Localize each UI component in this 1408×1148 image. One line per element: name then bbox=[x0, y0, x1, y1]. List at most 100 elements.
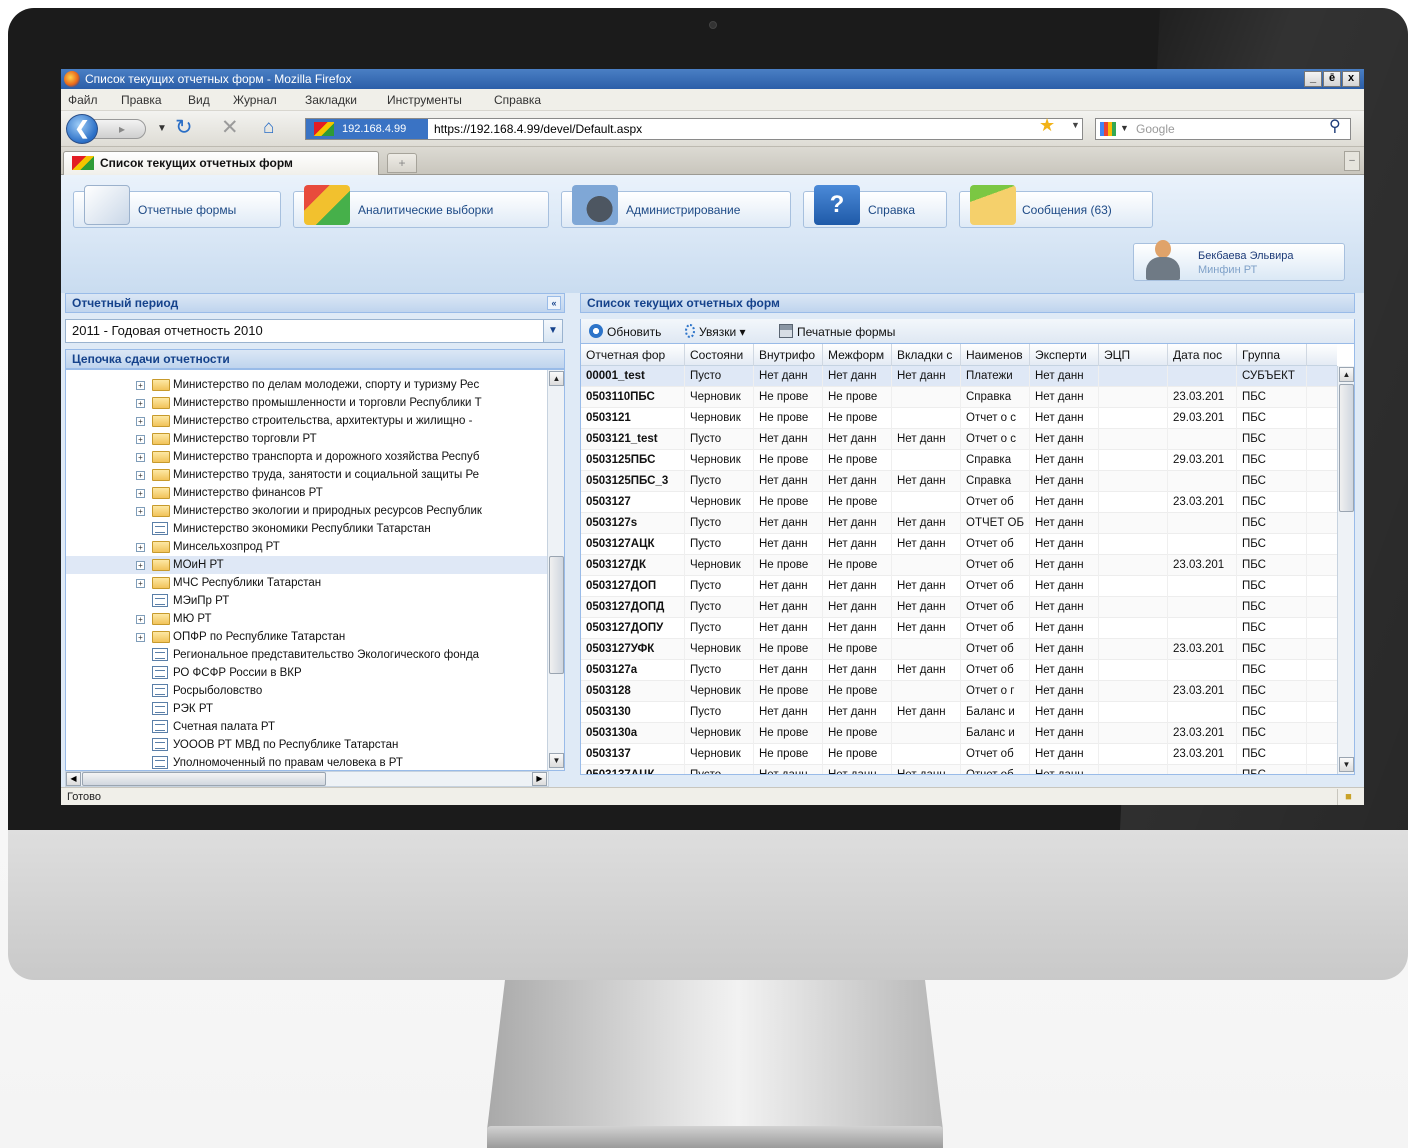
tree-horizontal-scrollbar[interactable]: ◀ ▶ bbox=[65, 771, 549, 787]
table-row[interactable]: 0503127АЦК Пусто Нет данн Нет данн Нет данн О… bbox=[581, 534, 1337, 555]
table-row[interactable]: 0503127s Пусто Нет данн Нет данн Нет данн ОТЧ… bbox=[581, 513, 1337, 534]
table-row[interactable]: 0503137АЦК Пусто Нет данн Нет данн Нет данн О… bbox=[581, 765, 1337, 774]
tree-node[interactable]: + Министерство экологии и природных ресур… bbox=[66, 502, 547, 520]
tree-node[interactable]: + Министерство строительства, архитектуры… bbox=[66, 412, 547, 430]
table-row[interactable]: 0503127 Черновик Не прове Не прове Отчет об Н… bbox=[581, 492, 1337, 513]
expand-icon[interactable]: + bbox=[136, 381, 145, 390]
tree-node[interactable]: Уполномоченный по правам человека в РТ bbox=[66, 754, 547, 770]
tree-node[interactable]: УОООВ РТ МВД по Республике Татарстан bbox=[66, 736, 547, 754]
url-dropdown-icon[interactable]: ▼ bbox=[1071, 120, 1080, 130]
scroll-right-icon[interactable]: ▶ bbox=[532, 772, 547, 786]
table-row[interactable]: 0503137 Черновик Не прове Не прове Отчет об Н… bbox=[581, 744, 1337, 765]
column-header[interactable]: Межформ bbox=[823, 344, 892, 366]
url-text[interactable]: https://192.168.4.99/devel/Default.aspx bbox=[434, 122, 642, 136]
column-header[interactable]: Вкладки с bbox=[892, 344, 961, 366]
expand-icon[interactable]: + bbox=[136, 633, 145, 642]
search-engine-dropdown-icon[interactable]: ▼ bbox=[1120, 123, 1129, 133]
admin-button[interactable]: Администрирование bbox=[561, 185, 791, 228]
column-header[interactable]: Состояни bbox=[685, 344, 754, 366]
period-select[interactable]: 2011 - Годовая отчетность 2010 ▼ bbox=[65, 319, 563, 343]
expand-icon[interactable]: + bbox=[136, 543, 145, 552]
table-row[interactable]: 0503125ПБС_3 Пусто Нет данн Нет данн Нет дан… bbox=[581, 471, 1337, 492]
help-button[interactable]: ? Справка bbox=[803, 185, 947, 228]
tree-node[interactable]: РО ФСФР России в ВКР bbox=[66, 664, 547, 682]
collapse-panel-button[interactable]: « bbox=[547, 296, 561, 310]
menu-tools[interactable]: Инструменты bbox=[387, 93, 462, 107]
search-engine-icon[interactable] bbox=[1100, 122, 1116, 136]
expand-icon[interactable]: + bbox=[136, 579, 145, 588]
expand-icon[interactable]: + bbox=[136, 489, 145, 498]
site-identity-badge[interactable]: 192.168.4.99 bbox=[306, 119, 428, 139]
table-row[interactable]: 0503130а Черновик Не прове Не прове Баланс и… bbox=[581, 723, 1337, 744]
tree-node[interactable]: РЭК РТ bbox=[66, 700, 547, 718]
scroll-down-icon[interactable]: ▼ bbox=[549, 753, 564, 768]
messages-button[interactable]: Сообщения (63) bbox=[959, 185, 1153, 228]
scroll-up-icon[interactable]: ▲ bbox=[1339, 367, 1354, 382]
stop-icon[interactable]: ✕ bbox=[221, 117, 239, 139]
tree-node[interactable]: + Министерство транспорта и дорожного хоз… bbox=[66, 448, 547, 466]
chevron-down-icon[interactable]: ▼ bbox=[543, 319, 563, 343]
table-row[interactable]: 0503127а Пусто Нет данн Нет данн Нет данн Отч… bbox=[581, 660, 1337, 681]
menu-help[interactable]: Справка bbox=[494, 93, 541, 107]
refresh-button[interactable]: Обновить bbox=[589, 324, 661, 339]
tree-vertical-scrollbar[interactable]: ▲ ▼ bbox=[547, 370, 564, 770]
tree-node[interactable]: + Минсельхозпрод РТ bbox=[66, 538, 547, 556]
expand-icon[interactable]: + bbox=[136, 471, 145, 480]
tree-node[interactable]: МЭиПр РТ bbox=[66, 592, 547, 610]
reload-icon[interactable]: ↻ bbox=[175, 117, 193, 139]
table-row[interactable]: 0503127ДОПД Пусто Нет данн Нет данн Нет данн… bbox=[581, 597, 1337, 618]
expand-icon[interactable]: + bbox=[136, 615, 145, 624]
tree-node[interactable]: Региональное представительство Экологиче… bbox=[66, 646, 547, 664]
tree-scroll-thumb[interactable] bbox=[549, 556, 564, 674]
print-forms-button[interactable]: Печатные формы bbox=[779, 324, 895, 339]
tree-node[interactable]: + ОПФР по Республике Татарстан bbox=[66, 628, 547, 646]
expand-icon[interactable]: + bbox=[136, 417, 145, 426]
scroll-up-icon[interactable]: ▲ bbox=[549, 371, 564, 386]
tree-hscroll-thumb[interactable] bbox=[82, 772, 326, 786]
history-dropdown-icon[interactable]: ▼ bbox=[157, 118, 167, 140]
grid-scroll-thumb[interactable] bbox=[1339, 384, 1354, 512]
links-button[interactable]: Увязки ▾ bbox=[685, 324, 746, 339]
expand-icon[interactable]: + bbox=[136, 561, 145, 570]
tab-list-icon[interactable]: – bbox=[1344, 151, 1360, 171]
reports-button[interactable]: Отчетные формы bbox=[73, 185, 281, 228]
tab-current[interactable]: Список текущих отчетных форм bbox=[63, 151, 379, 175]
expand-icon[interactable]: + bbox=[136, 453, 145, 462]
table-row[interactable]: 0503128 Черновик Не прове Не прове Отчет о г… bbox=[581, 681, 1337, 702]
user-card[interactable]: Бекбаева Эльвира Минфин РТ bbox=[1133, 240, 1345, 281]
tree-node[interactable]: Министерство экономики Республики Татарс… bbox=[66, 520, 547, 538]
menu-history[interactable]: Журнал bbox=[233, 93, 277, 107]
column-header[interactable]: Внутрифо bbox=[754, 344, 823, 366]
address-bar[interactable]: 192.168.4.99 https://192.168.4.99/devel/… bbox=[305, 118, 1083, 140]
column-header[interactable]: Наименов bbox=[961, 344, 1030, 366]
expand-icon[interactable]: + bbox=[136, 507, 145, 516]
menu-bookmarks[interactable]: Закладки bbox=[305, 93, 357, 107]
table-row[interactable]: 00001_test Пусто Нет данн Нет данн Нет данн П… bbox=[581, 366, 1337, 387]
maximize-button[interactable]: ē bbox=[1323, 71, 1341, 87]
tree-node[interactable]: Росрыболовство bbox=[66, 682, 547, 700]
column-header[interactable]: ЭЦП bbox=[1099, 344, 1168, 366]
column-header[interactable]: Дата пос bbox=[1168, 344, 1237, 366]
menu-view[interactable]: Вид bbox=[188, 93, 210, 107]
column-header[interactable]: Отчетная фор bbox=[581, 344, 685, 366]
minimize-button[interactable]: _ bbox=[1304, 71, 1322, 87]
table-row[interactable]: 0503130 Пусто Нет данн Нет данн Нет данн Бала… bbox=[581, 702, 1337, 723]
search-icon[interactable]: ⚲ bbox=[1329, 118, 1341, 136]
tree-node[interactable]: + МЧС Республики Татарстан bbox=[66, 574, 547, 592]
tree-node[interactable]: + Министерство торговли РТ bbox=[66, 430, 547, 448]
home-icon[interactable]: ⌂ bbox=[263, 117, 274, 139]
column-header[interactable]: Группа bbox=[1237, 344, 1307, 366]
tree-node[interactable]: + Министерство финансов РТ bbox=[66, 484, 547, 502]
tree-node[interactable]: Счетная палата РТ bbox=[66, 718, 547, 736]
analytics-button[interactable]: Аналитические выборки bbox=[293, 185, 549, 228]
close-button[interactable]: x bbox=[1342, 71, 1360, 87]
grid-vertical-scrollbar[interactable]: ▲ ▼ bbox=[1337, 366, 1354, 774]
menu-file[interactable]: Файл bbox=[68, 93, 98, 107]
tree-node[interactable]: + МОиН РТ bbox=[66, 556, 547, 574]
tree-node[interactable]: + МЮ РТ bbox=[66, 610, 547, 628]
forward-button[interactable]: ▸ bbox=[94, 119, 146, 139]
scroll-down-icon[interactable]: ▼ bbox=[1339, 757, 1354, 772]
table-row[interactable]: 0503121 Черновик Не прове Не прове Отчет о с… bbox=[581, 408, 1337, 429]
search-input[interactable]: ▼ Google bbox=[1095, 118, 1351, 140]
table-row[interactable]: 0503110ПБС Черновик Не прове Не прове Справк… bbox=[581, 387, 1337, 408]
